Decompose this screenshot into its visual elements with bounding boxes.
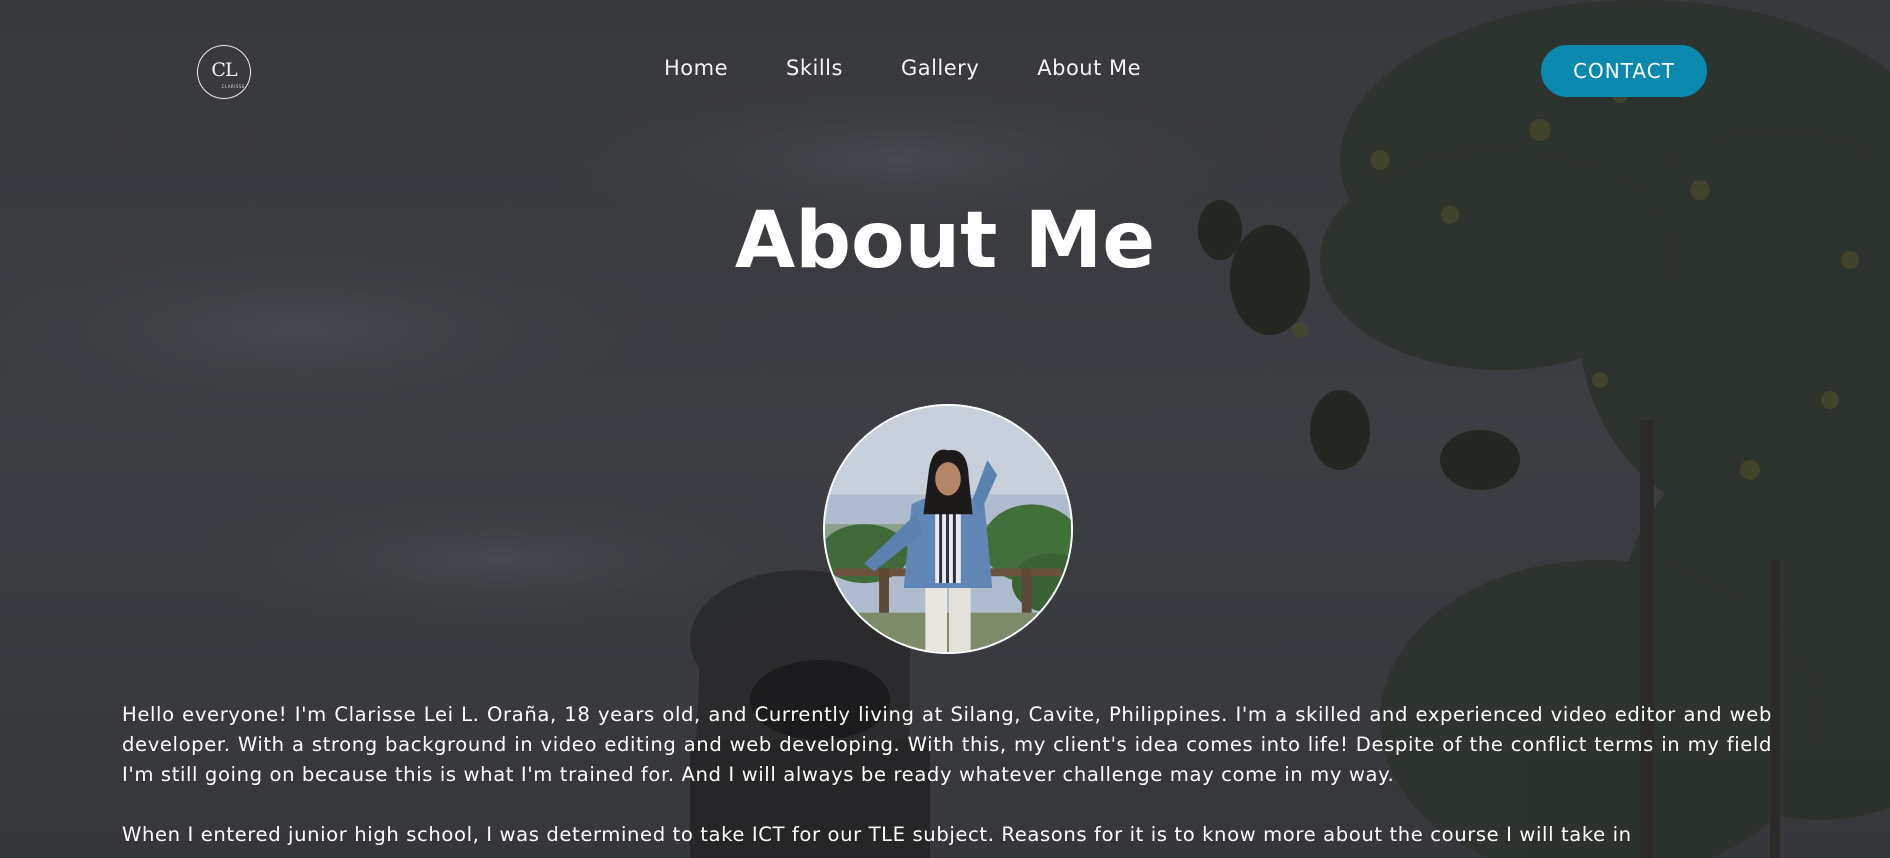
cl-monogram-logo[interactable]: CL CLARISSE	[197, 45, 251, 99]
nav-link-gallery[interactable]: Gallery	[901, 56, 979, 80]
nav-links: Home Skills Gallery About Me	[664, 56, 1141, 80]
about-paragraph-2: When I entered junior high school, I was…	[122, 823, 1632, 846]
page: CL CLARISSE Home Skills Gallery About Me…	[0, 0, 1890, 858]
page-title: About Me	[734, 196, 1156, 286]
nav-link-skills[interactable]: Skills	[786, 56, 843, 80]
about-content: Hello everyone! I'm Clarisse Lei L. Orañ…	[122, 700, 1772, 858]
contact-button[interactable]: CONTACT	[1541, 45, 1707, 97]
logo-subtext: CLARISSE	[221, 84, 245, 89]
about-paragraph-1: Hello everyone! I'm Clarisse Lei L. Orañ…	[122, 703, 1772, 786]
profile-photo	[823, 404, 1073, 654]
logo-text: CL	[211, 59, 237, 81]
nav-link-home[interactable]: Home	[664, 56, 728, 80]
navbar: CL CLARISSE Home Skills Gallery About Me…	[0, 0, 1890, 142]
nav-link-about-me[interactable]: About Me	[1037, 56, 1141, 80]
